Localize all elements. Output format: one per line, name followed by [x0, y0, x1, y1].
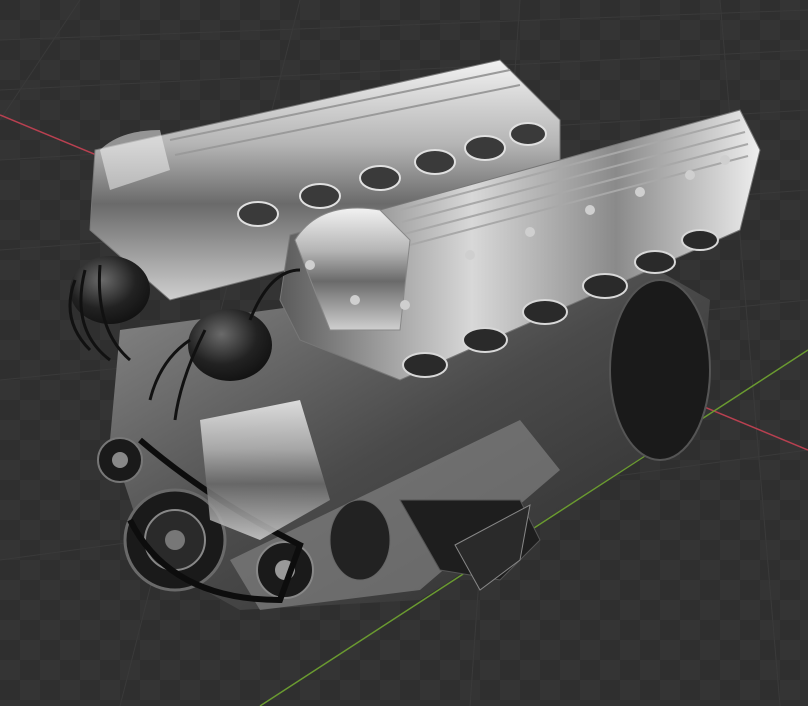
engine-model[interactable] [68, 59, 761, 610]
3d-viewport[interactable] [0, 0, 808, 706]
viewport-scene [0, 0, 808, 706]
flywheel-housing [609, 279, 711, 461]
alternator-pulley [97, 437, 143, 483]
